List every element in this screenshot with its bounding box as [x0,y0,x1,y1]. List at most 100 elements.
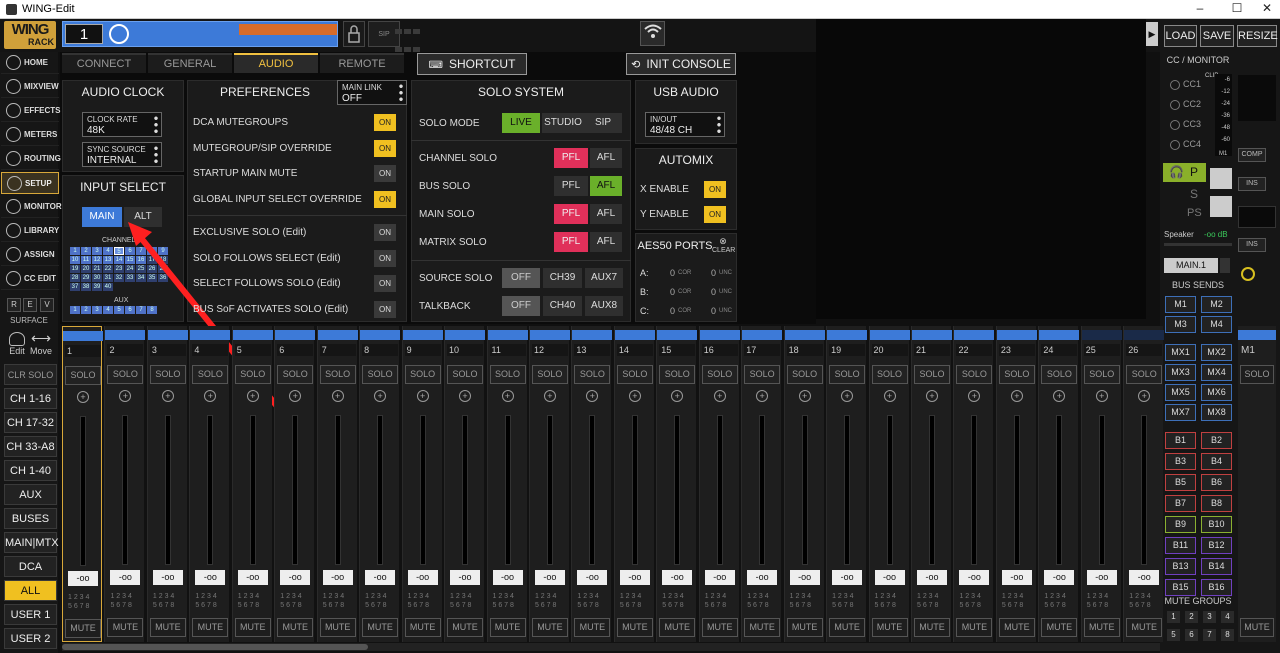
bus-send-b9[interactable]: B9 [1165,516,1196,533]
add-icon[interactable]: + [713,390,726,402]
fader[interactable] [631,415,638,565]
aux-grid-cell[interactable]: 4 [103,306,113,314]
dca-groups-row1[interactable]: 1 2 3 4 [280,592,312,601]
fader[interactable] [801,415,808,565]
strips-scrollbar[interactable] [62,643,1160,651]
dca-groups-row1[interactable]: 1 2 3 4 [705,592,737,601]
channel-grid-cell[interactable]: 5 [114,247,124,255]
main-link-field[interactable]: MAIN LINK OFF [337,80,407,105]
solo-button[interactable]: SOLO [149,365,186,384]
dca-groups-row1[interactable]: 1 2 3 4 [153,592,185,601]
layer-user-2[interactable]: USER 2 [4,628,57,649]
solo-button[interactable]: SOLO [65,366,101,385]
afl-button[interactable]: AFL [590,204,622,224]
dca-groups-row2[interactable]: 5 6 7 8 [832,601,864,610]
add-icon[interactable]: + [246,390,259,402]
mute-group-6[interactable]: 6 [1185,629,1198,641]
solo-button[interactable]: SOLO [829,365,866,384]
mute-button[interactable]: MUTE [998,618,1035,637]
add-icon[interactable]: + [161,390,174,402]
nav-routing[interactable]: ROUTING [1,148,61,170]
layer-ch-17-32[interactable]: CH 17-32 [4,412,57,433]
main-select[interactable]: MAIN.1 [1164,258,1218,273]
fader[interactable] [292,415,299,565]
mute-button[interactable]: MUTE [149,618,186,637]
add-icon[interactable]: + [628,390,641,402]
fader[interactable] [716,415,723,565]
solo-mode-sip[interactable]: SIP [584,113,622,133]
nav-cc-edit[interactable]: CC EDIT [1,268,59,290]
channel-grid-cell[interactable]: 7 [136,247,146,255]
lock-icon[interactable] [343,21,365,47]
dca-groups-row1[interactable]: 1 2 3 4 [832,592,864,601]
tab-remote[interactable]: REMOTE [320,53,404,73]
afl-button[interactable]: AFL [590,148,622,168]
layer-main-mtx[interactable]: MAIN|MTX [4,532,59,553]
dca-groups-row2[interactable]: 5 6 7 8 [450,601,482,610]
dca-groups-row1[interactable]: 1 2 3 4 [323,592,355,601]
add-icon[interactable]: + [671,390,684,402]
dca-groups-row2[interactable]: 5 6 7 8 [323,601,355,610]
nav-monitor[interactable]: MONITOR [1,196,62,218]
fader[interactable] [419,415,426,565]
solo-button[interactable]: SOLO [1083,365,1120,384]
channel-grid-cell[interactable]: 23 [114,265,124,273]
add-icon[interactable]: + [1053,390,1066,402]
dca-groups-row1[interactable]: 1 2 3 4 [450,592,482,601]
channel-grid-cell[interactable]: 18 [158,256,168,264]
close-button[interactable]: ✕ [1252,1,1280,15]
speaker-mode-icon[interactable] [1210,196,1232,217]
solo-mode-studio[interactable]: STUDIO [542,113,584,133]
dca-groups-row2[interactable]: 5 6 7 8 [747,601,779,610]
dca-groups-row2[interactable]: 5 6 7 8 [577,601,609,610]
cc-1[interactable]: CC1 [1170,79,1210,95]
add-icon[interactable]: + [77,391,89,403]
fader[interactable] [1141,415,1148,565]
dca-groups-row1[interactable]: 1 2 3 4 [238,592,270,601]
init-console-button[interactable]: ⟲ INIT CONSOLE [626,53,736,75]
clock-rate-field[interactable]: CLOCK RATE 48K [82,112,162,137]
bus-send-b11[interactable]: B11 [1165,537,1196,554]
fader[interactable] [844,415,851,565]
input-alt-button[interactable]: ALT [124,207,162,227]
preference-toggle[interactable]: ON [374,190,396,208]
fader[interactable] [929,415,935,565]
dca-groups-row2[interactable]: 5 6 7 8 [493,601,525,610]
dca-groups-row1[interactable]: 1 2 3 4 [1002,592,1034,601]
dca-groups-row1[interactable]: 1 2 3 4 [662,592,694,601]
bus-send-b6[interactable]: B6 [1201,474,1232,491]
channel-grid-cell[interactable]: 13 [103,256,113,264]
layer-buses[interactable]: BUSES [4,508,57,529]
channel-grid-cell[interactable]: 30 [92,274,102,282]
tab-general[interactable]: GENERAL [148,53,232,73]
dca-groups-row1[interactable]: 1 2 3 4 [747,592,779,601]
fader[interactable] [377,415,384,565]
cc-3[interactable]: CC3 [1170,119,1210,135]
solo-button[interactable]: SOLO [107,365,144,384]
solo-button[interactable]: SOLO [744,365,781,384]
mute-button[interactable]: MUTE [107,618,144,637]
channel-grid-cell[interactable]: 34 [136,274,146,282]
solo-button[interactable]: SOLO [277,365,314,384]
mute-button[interactable]: MUTE [574,618,611,637]
fader[interactable] [1013,415,1020,565]
move-surface-icon[interactable]: ⟷ [31,330,51,347]
mute-group-2[interactable]: 2 [1185,611,1198,623]
fader[interactable] [122,415,129,565]
channel-grid-cell[interactable]: 28 [70,274,80,282]
speaker-level-slider[interactable] [1164,243,1232,246]
solo-button[interactable]: SOLO [531,365,568,384]
add-icon[interactable]: + [841,390,854,402]
fader[interactable] [164,415,171,565]
add-icon[interactable]: + [1010,390,1023,402]
ins-button[interactable]: INS [1238,177,1266,191]
channel-grid-cell[interactable]: 20 [81,265,91,273]
bus-send-b1[interactable]: B1 [1165,432,1196,449]
mute-button[interactable]: MUTE [65,619,101,638]
add-icon[interactable]: + [459,390,472,402]
layer-dca[interactable]: DCA [4,556,57,577]
channel-grid-cell[interactable]: 11 [81,256,91,264]
dca-groups-row1[interactable]: 1 2 3 4 [959,592,991,601]
dca-groups-row1[interactable]: 1 2 3 4 [917,592,949,601]
dca-groups-row2[interactable]: 5 6 7 8 [959,601,991,610]
